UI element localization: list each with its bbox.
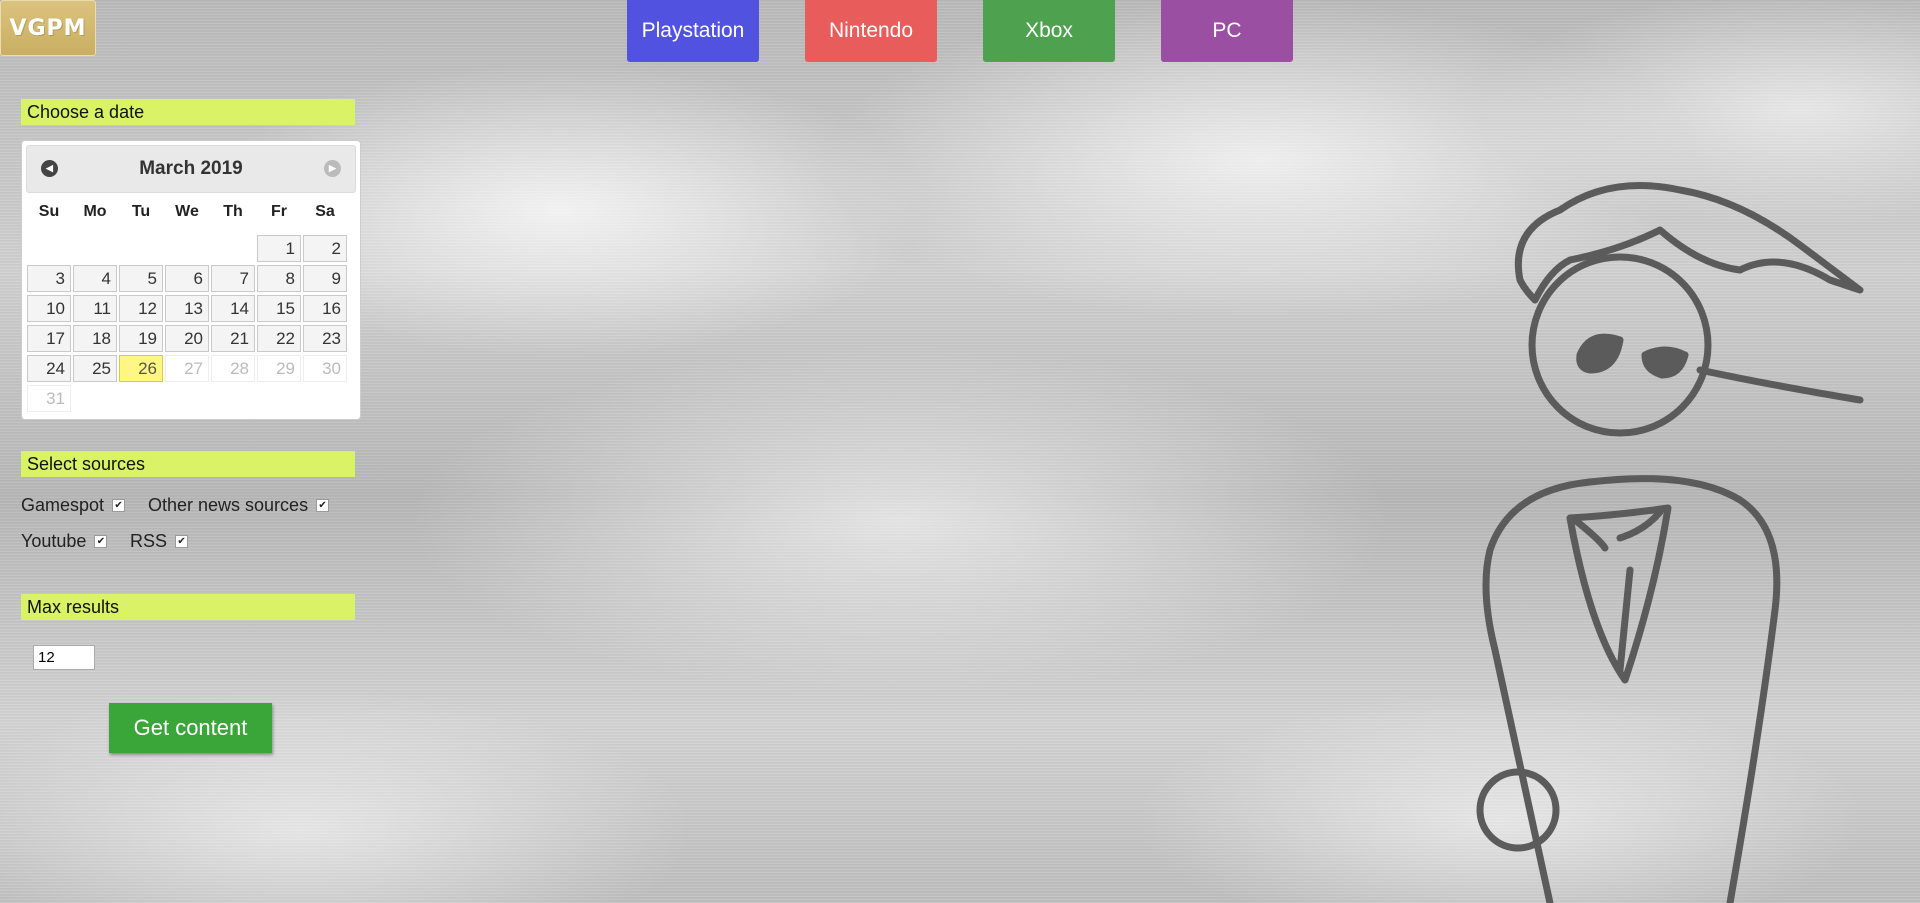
calendar-week-row: 31 xyxy=(26,385,356,415)
nav-nintendo-button[interactable]: Nintendo xyxy=(805,0,937,62)
calendar-empty-cell xyxy=(73,385,117,412)
calendar-empty-cell xyxy=(257,385,301,412)
calendar-empty-cell xyxy=(211,235,255,262)
calendar-day-disabled: 30 xyxy=(303,355,347,382)
calendar-day[interactable]: 15 xyxy=(257,295,301,322)
calendar-day[interactable]: 25 xyxy=(73,355,117,382)
calendar-grid: 1 2 3 4 5 6 7 8 9 10 11 12 13 14 15 16 17 18 19 20 21 22 23 24 2… xyxy=(26,235,356,415)
calendar-empty-cell xyxy=(211,385,255,412)
calendar-header: ◀ March 2019 ▶ xyxy=(26,145,356,193)
source-gamespot: Gamespot ✔ xyxy=(21,495,126,516)
calendar-empty-cell xyxy=(119,385,163,412)
calendar-day[interactable]: 12 xyxy=(119,295,163,322)
next-month-icon[interactable]: ▶ xyxy=(324,160,341,177)
source-gamespot-checkbox[interactable]: ✔ xyxy=(112,499,126,512)
source-rss: RSS ✔ xyxy=(130,531,189,552)
calendar-day[interactable]: 19 xyxy=(119,325,163,352)
calendar-day-disabled: 31 xyxy=(27,385,71,412)
mascot-left-eye xyxy=(1576,333,1624,374)
mascot-illustration xyxy=(1476,182,1864,903)
nav-xbox-button[interactable]: Xbox xyxy=(983,0,1115,62)
calendar-empty-cell xyxy=(73,235,117,262)
weekday-label: Su xyxy=(38,203,60,220)
calendar-empty-cell xyxy=(27,235,71,262)
max-results-heading: Max results xyxy=(21,594,355,620)
weekday-label: Th xyxy=(223,203,243,220)
calendar-empty-cell xyxy=(119,235,163,262)
mascot-right-eye xyxy=(1641,346,1689,379)
select-sources-heading: Select sources xyxy=(21,451,355,477)
weekday-label: We xyxy=(175,203,199,220)
calendar-day[interactable]: 20 xyxy=(165,325,209,352)
calendar-day[interactable]: 17 xyxy=(27,325,71,352)
source-rss-checkbox[interactable]: ✔ xyxy=(175,535,189,548)
calendar-day[interactable]: 6 xyxy=(165,265,209,292)
calendar-day[interactable]: 14 xyxy=(211,295,255,322)
source-other-news-checkbox[interactable]: ✔ xyxy=(316,499,330,512)
mascot-body-right xyxy=(1586,475,1781,903)
calendar-day[interactable]: 23 xyxy=(303,325,347,352)
mascot-collar-left xyxy=(1571,516,1609,552)
weekday-header-row: Su Mo Tu We Th Fr Sa xyxy=(26,203,356,223)
calendar-week-row: 12 xyxy=(26,235,356,265)
calendar-day[interactable]: 5 xyxy=(119,265,163,292)
calendar-day[interactable]: 3 xyxy=(27,265,71,292)
source-other-news: Other news sources ✔ xyxy=(148,495,330,516)
calendar-week-row: 24 25 26 27 28 29 30 xyxy=(26,355,356,385)
calendar-day[interactable]: 8 xyxy=(257,265,301,292)
nav-playstation-button[interactable]: Playstation xyxy=(627,0,759,62)
source-youtube-label: Youtube xyxy=(21,531,87,551)
calendar-day[interactable]: 22 xyxy=(257,325,301,352)
weekday-label: Sa xyxy=(315,203,335,220)
weekday-label: Fr xyxy=(271,203,287,220)
get-content-button[interactable]: Get content xyxy=(109,703,272,753)
calendar-day-disabled: 29 xyxy=(257,355,301,382)
calendar-day[interactable]: 18 xyxy=(73,325,117,352)
date-picker-calendar: ◀ March 2019 ▶ Su Mo Tu We Th Fr Sa 1234567891… xyxy=(21,140,361,420)
calendar-day[interactable]: 16 xyxy=(303,295,347,322)
calendar-day[interactable]: 10 xyxy=(27,295,71,322)
mascot-ball xyxy=(1476,768,1560,852)
choose-date-heading: Choose a date xyxy=(21,99,355,125)
calendar-day-today[interactable]: 26 xyxy=(119,355,163,382)
calendar-day[interactable]: 11 xyxy=(73,295,117,322)
calendar-week-row: 3456789 xyxy=(26,265,356,295)
prev-month-icon[interactable]: ◀ xyxy=(41,160,58,177)
calendar-day[interactable]: 2 xyxy=(303,235,347,262)
calendar-day-disabled: 27 xyxy=(165,355,209,382)
calendar-day[interactable]: 1 xyxy=(257,235,301,262)
mascot-tie-line xyxy=(1616,566,1634,674)
source-rss-label: RSS xyxy=(130,531,168,551)
calendar-month-label: March 2019 xyxy=(139,158,243,179)
source-youtube: Youtube ✔ xyxy=(21,531,108,552)
nav-pc-button[interactable]: PC xyxy=(1161,0,1293,62)
calendar-day[interactable]: 9 xyxy=(303,265,347,292)
mascot-hair xyxy=(1514,182,1864,304)
weekday-label: Mo xyxy=(83,203,107,220)
source-other-news-label: Other news sources xyxy=(148,495,309,515)
source-youtube-checkbox[interactable]: ✔ xyxy=(94,535,108,548)
calendar-day[interactable]: 24 xyxy=(27,355,71,382)
weekday-label: Tu xyxy=(131,203,151,220)
mascot-arm-line xyxy=(1696,366,1864,404)
calendar-empty-cell xyxy=(165,385,209,412)
calendar-empty-cell xyxy=(303,385,347,412)
source-gamespot-label: Gamespot xyxy=(21,495,105,515)
calendar-day[interactable]: 7 xyxy=(211,265,255,292)
calendar-empty-cell xyxy=(165,235,209,262)
max-results-input[interactable] xyxy=(33,645,95,670)
calendar-week-row: 17 18 19 20 21 22 23 xyxy=(26,325,356,355)
calendar-day-disabled: 28 xyxy=(211,355,255,382)
vgpm-logo[interactable]: VGPM xyxy=(0,0,96,56)
calendar-day[interactable]: 21 xyxy=(211,325,255,352)
calendar-day[interactable]: 13 xyxy=(165,295,209,322)
calendar-week-row: 10 11 12 13 14 15 16 xyxy=(26,295,356,325)
calendar-day[interactable]: 4 xyxy=(73,265,117,292)
